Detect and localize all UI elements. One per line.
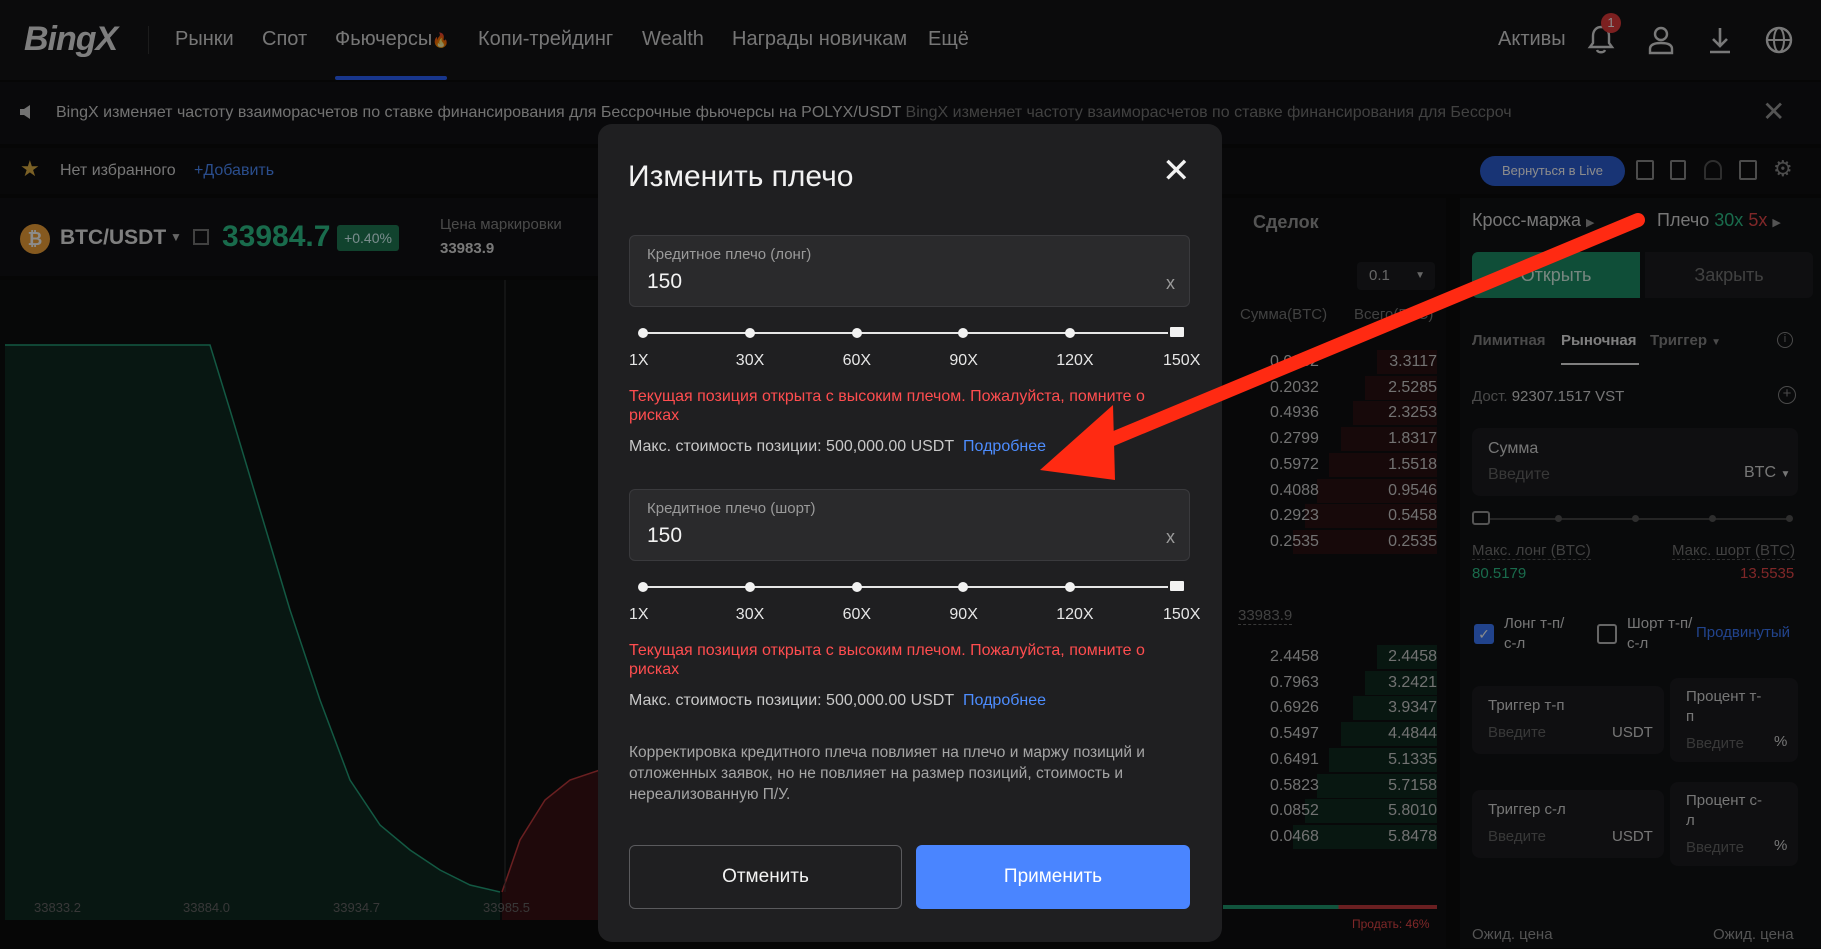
long-leverage-value: 150 [647,270,683,293]
short-leverage-slider-track[interactable] [643,586,1177,588]
cancel-button[interactable]: Отменить [629,845,902,909]
screen: BingX Рынки Спот Фьючерсы🔥 Копи-трейдинг… [0,0,1821,949]
long-leverage-label: Кредитное плечо (лонг) [647,246,812,263]
long-slider-tick-label[interactable]: 30X [736,352,764,370]
short-slider-tick-label[interactable]: 30X [736,606,764,624]
long-slider-tick-label[interactable]: 150X [1163,352,1200,370]
long-risk-warning: Текущая позиция открыта с высоким плечом… [629,388,1145,424]
short-slider-tick-label[interactable]: 90X [949,606,977,624]
short-slider-handle[interactable] [1168,579,1186,593]
apply-label: Применить [1003,866,1103,887]
leverage-adjust-note: Корректировка кредитного плеча повлияет … [629,744,1145,803]
short-max-position: Макс. стоимость позиции: 500,000.00 USDT… [629,692,1046,710]
short-slider-tick-label[interactable]: 150X [1163,606,1200,624]
modal-title: Изменить плечо [628,160,854,193]
long-max-position-text: Макс. стоимость позиции: 500,000.00 USDT [629,438,955,455]
short-leverage-label: Кредитное плечо (шорт) [647,500,816,517]
long-slider-tick-label[interactable]: 90X [949,352,977,370]
modal-close-icon[interactable]: ✕ [1162,154,1191,188]
long-clear-icon[interactable]: x [1166,273,1175,294]
short-more-link[interactable]: Подробнее [963,692,1046,709]
short-max-position-text: Макс. стоимость позиции: 500,000.00 USDT [629,692,955,709]
apply-button[interactable]: Применить [916,845,1190,909]
long-slider-tick-label[interactable]: 60X [843,352,871,370]
cancel-label: Отменить [722,866,809,887]
short-slider-stop[interactable] [638,582,648,592]
long-leverage-slider-track[interactable] [643,332,1177,334]
short-clear-icon[interactable]: x [1166,527,1175,548]
long-slider-stop[interactable] [744,328,755,338]
long-slider-tick-label[interactable]: 120X [1056,352,1093,370]
short-slider-tick-label[interactable]: 120X [1056,606,1093,624]
long-slider-tick-label[interactable]: 1X [629,352,649,370]
short-slider-stop[interactable] [744,582,755,592]
short-slider-tick-label[interactable]: 60X [843,606,871,624]
long-slider-handle[interactable] [1168,325,1186,339]
long-more-link[interactable]: Подробнее [963,438,1046,455]
short-slider-stop[interactable] [851,582,862,592]
long-slider-stop[interactable] [638,328,648,338]
short-slider-tick-label[interactable]: 1X [629,606,649,624]
short-risk-warning: Текущая позиция открыта с высоким плечом… [629,642,1145,678]
long-slider-stop[interactable] [851,328,862,338]
short-leverage-value: 150 [647,524,683,547]
long-max-position: Макс. стоимость позиции: 500,000.00 USDT… [629,438,1046,456]
